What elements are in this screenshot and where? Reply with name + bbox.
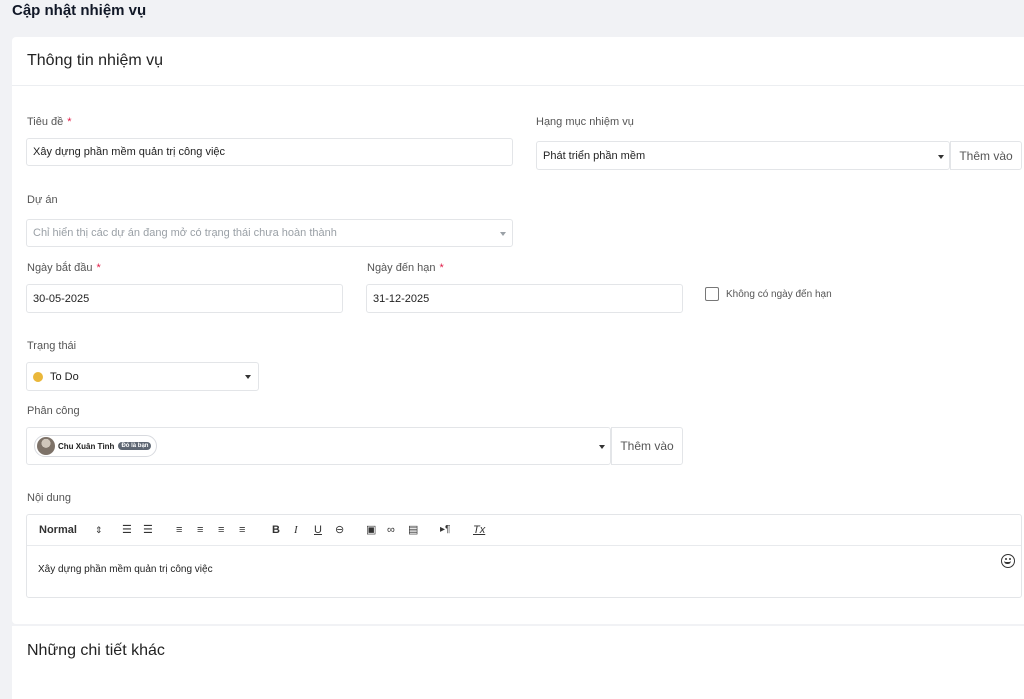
no-due-date-label: Không có ngày đến hạn	[726, 289, 832, 300]
status-label: Trạng thái	[27, 340, 77, 352]
content-editor: Normal ⇕ ☰ ☰ ≡ ≡ ≡ ≡ B I U ⊖ ▣ ∞ ▤ ▸¶ Tx…	[26, 514, 1022, 598]
strike-icon[interactable]: ⊖	[335, 523, 344, 537]
bullet-list-icon[interactable]: ☰	[143, 523, 153, 537]
text-direction-icon[interactable]: ▸¶	[440, 523, 450, 537]
start-date-input[interactable]: 30-05-2025	[26, 284, 343, 313]
assign-label: Phân công	[27, 405, 80, 417]
status-select[interactable]: To Do	[26, 362, 259, 391]
status-dot	[33, 371, 43, 382]
heading-select[interactable]: Normal	[39, 523, 77, 537]
content-label: Nội dung	[27, 492, 72, 504]
editor-toolbar: Normal ⇕ ☰ ☰ ≡ ≡ ≡ ≡ B I U ⊖ ▣ ∞ ▤ ▸¶ Tx	[27, 515, 1021, 546]
no-due-date-checkbox[interactable]	[705, 287, 719, 301]
due-date-input[interactable]: 31-12-2025	[366, 284, 683, 313]
project-select[interactable]: Chỉ hiển thị các dự án đang mở có trạng …	[26, 219, 513, 247]
ordered-list-icon[interactable]: ☰	[122, 523, 132, 537]
required-mark: *	[67, 116, 72, 128]
project-label: Dự án	[27, 194, 58, 206]
task-info-card: Thông tin nhiệm vụ Tiêu đề * Xây dựng phầ…	[12, 37, 1024, 624]
start-date-label: Ngày bắt đầu *	[27, 262, 101, 274]
link-icon[interactable]: ∞	[387, 523, 395, 537]
category-add-button[interactable]: Thêm vào	[950, 141, 1022, 170]
title-input[interactable]: Xây dựng phần mềm quản trị công việc	[26, 138, 513, 166]
video-icon[interactable]: ▤	[408, 523, 418, 537]
section-title: Thông tin nhiệm vụ	[27, 52, 164, 69]
other-details-card: Những chi tiết khác	[12, 626, 1024, 699]
chevron-down-icon	[938, 155, 944, 159]
align-right-icon[interactable]: ≡	[218, 523, 224, 537]
align-justify-icon[interactable]: ≡	[239, 523, 245, 537]
page-title: Cập nhật nhiệm vụ	[12, 2, 147, 19]
image-icon[interactable]: ▣	[366, 523, 376, 537]
align-left-icon[interactable]: ≡	[176, 523, 182, 537]
category-select[interactable]: Phát triển phần mềm	[536, 141, 950, 170]
avatar	[37, 437, 55, 455]
align-center-icon[interactable]: ≡	[197, 523, 203, 537]
italic-icon[interactable]: I	[294, 523, 298, 537]
category-label: Hạng mục nhiệm vụ	[536, 116, 634, 128]
chevron-down-icon	[245, 375, 251, 379]
task-info-header: Thông tin nhiệm vụ	[12, 37, 1024, 86]
title-label: Tiêu đề *	[27, 116, 72, 128]
chevron-down-icon	[500, 232, 506, 236]
clear-format-icon[interactable]: Tx	[473, 523, 485, 537]
editor-content[interactable]: Xây dựng phần mềm quản trị công việc	[38, 564, 213, 575]
chevron-down-icon	[599, 445, 605, 449]
due-date-label: Ngày đến hạn *	[367, 262, 444, 274]
heading-select-caret-icon[interactable]: ⇕	[95, 523, 103, 537]
section-title: Những chi tiết khác	[27, 642, 165, 659]
you-badge: Đó là bạn	[118, 442, 152, 450]
assignee-add-button[interactable]: Thêm vào	[611, 427, 683, 465]
underline-icon[interactable]: U	[314, 523, 322, 537]
assignee-chip[interactable]: Chu Xuân Tình Đó là bạn	[34, 435, 158, 457]
bold-icon[interactable]: B	[272, 523, 280, 537]
emoji-icon[interactable]	[1001, 554, 1015, 568]
